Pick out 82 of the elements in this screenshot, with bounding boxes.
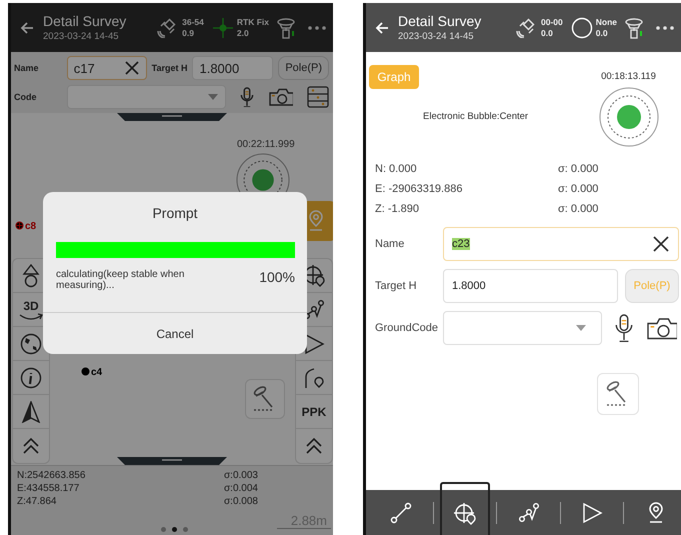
name-value: c23 [452, 238, 470, 250]
coordinate-value: Z: -1.890 [375, 202, 420, 217]
sigma-value: σ:0.004 [224, 482, 259, 495]
back-arrow-icon[interactable] [19, 20, 35, 36]
tool-label[interactable]: PPK [302, 404, 326, 418]
sigma-value: σ:0.008 [224, 495, 259, 508]
page-dot[interactable] [172, 527, 177, 532]
point-marker [81, 367, 90, 376]
date-subtitle: 2023-03-24 14-45 [43, 31, 120, 42]
drawer-handle-icon[interactable] [117, 457, 227, 465]
toolbar-tab[interactable] [440, 482, 490, 535]
more-icon[interactable] [655, 24, 675, 30]
camera-icon[interactable] [647, 316, 677, 340]
elapsed-timer: 00:22:11.999 [237, 139, 295, 150]
clear-icon[interactable] [652, 235, 670, 253]
route-pin-icon[interactable] [303, 366, 325, 388]
dropdown-caret-icon[interactable] [575, 324, 587, 332]
date-subtitle: 2023-03-24 14-45 [398, 31, 475, 42]
field-label: GroundCode [375, 322, 439, 334]
screen-title: Detail Survey [398, 13, 482, 29]
list-icon[interactable] [307, 86, 329, 108]
polyline-icon[interactable] [518, 502, 540, 524]
target-height-field[interactable]: 1.8000 [443, 269, 618, 303]
back-arrow-icon[interactable] [374, 20, 390, 36]
antenna-button[interactable] [597, 373, 639, 415]
cancel-button[interactable]: Cancel [43, 312, 307, 354]
circle-icon [570, 16, 593, 38]
antenna-button[interactable] [245, 379, 285, 419]
page-dot[interactable] [183, 527, 188, 532]
coordinate-value: N:2542663.856 [17, 469, 86, 482]
sigma-value: σ: 0.000 [558, 202, 600, 217]
sigma-value: σ:0.003 [224, 469, 259, 482]
bubble-level-icon [598, 87, 658, 147]
field-label: Target H [152, 63, 188, 73]
field-label: Name [14, 63, 40, 73]
field-label: Name [375, 238, 406, 250]
crosshair-icon [212, 16, 234, 38]
sigma-value: σ: 0.000 [558, 182, 600, 197]
satellite-count: 00-00 [541, 16, 563, 28]
crosshair-pin-icon[interactable] [452, 502, 477, 526]
page-dot[interactable] [161, 527, 166, 532]
name-field[interactable]: c23 [443, 227, 679, 261]
fix-status: None [596, 16, 617, 28]
target-height-field[interactable]: 1.8000 [192, 56, 274, 80]
name-field[interactable]: c17 [66, 56, 147, 80]
satellite-value: 0.9 [182, 28, 195, 38]
coordinate-value: E: -29063319.886 [375, 182, 464, 197]
point-label: c4 [91, 367, 102, 378]
coordinate-value: N: 0.000 [375, 162, 418, 177]
point-marker [15, 221, 24, 230]
rotate-arrow-icon [18, 312, 44, 320]
fix-status: RTK Fix [236, 16, 269, 28]
play-icon[interactable] [581, 502, 604, 524]
fix-value: 0.0 [596, 28, 609, 38]
progress-message: calculating(keep stable when measuring)... [56, 269, 186, 291]
field-label: Code [14, 92, 38, 102]
fix-value: 2.0 [236, 28, 250, 38]
bubble-status: Electronic Bubble:Center [423, 111, 530, 122]
info-icon[interactable] [20, 366, 42, 388]
coordinate-value: Z:47.864 [17, 495, 58, 508]
elapsed-timer: 00:18:13.119 [601, 71, 656, 82]
sigma-value: σ: 0.000 [558, 162, 600, 177]
dialog-title: Prompt [151, 205, 199, 221]
globe-icon[interactable] [20, 332, 42, 354]
double-chevron-icon[interactable] [21, 437, 41, 455]
location-pin-icon[interactable] [646, 502, 665, 524]
coordinate-value: E:434558.177 [17, 482, 80, 495]
progress-percent: 100% [259, 269, 295, 287]
tool-label[interactable]: 3D [23, 298, 39, 312]
microphone-icon[interactable] [613, 314, 635, 342]
more-icon[interactable] [307, 24, 327, 30]
north-arrow-icon[interactable] [21, 400, 41, 422]
pole-button[interactable]: Pole(P) [278, 56, 330, 80]
satellite-value: 0.0 [541, 28, 554, 38]
clear-icon[interactable] [124, 60, 140, 76]
double-chevron-icon[interactable] [304, 437, 324, 455]
point-label: c8 [25, 221, 36, 232]
drawer-handle-icon[interactable] [117, 113, 227, 121]
field-label: Target H [375, 280, 418, 292]
line-segment-icon[interactable] [390, 502, 412, 524]
satellite-count: 36-54 [182, 16, 204, 28]
screen-title: Detail Survey [43, 13, 128, 29]
